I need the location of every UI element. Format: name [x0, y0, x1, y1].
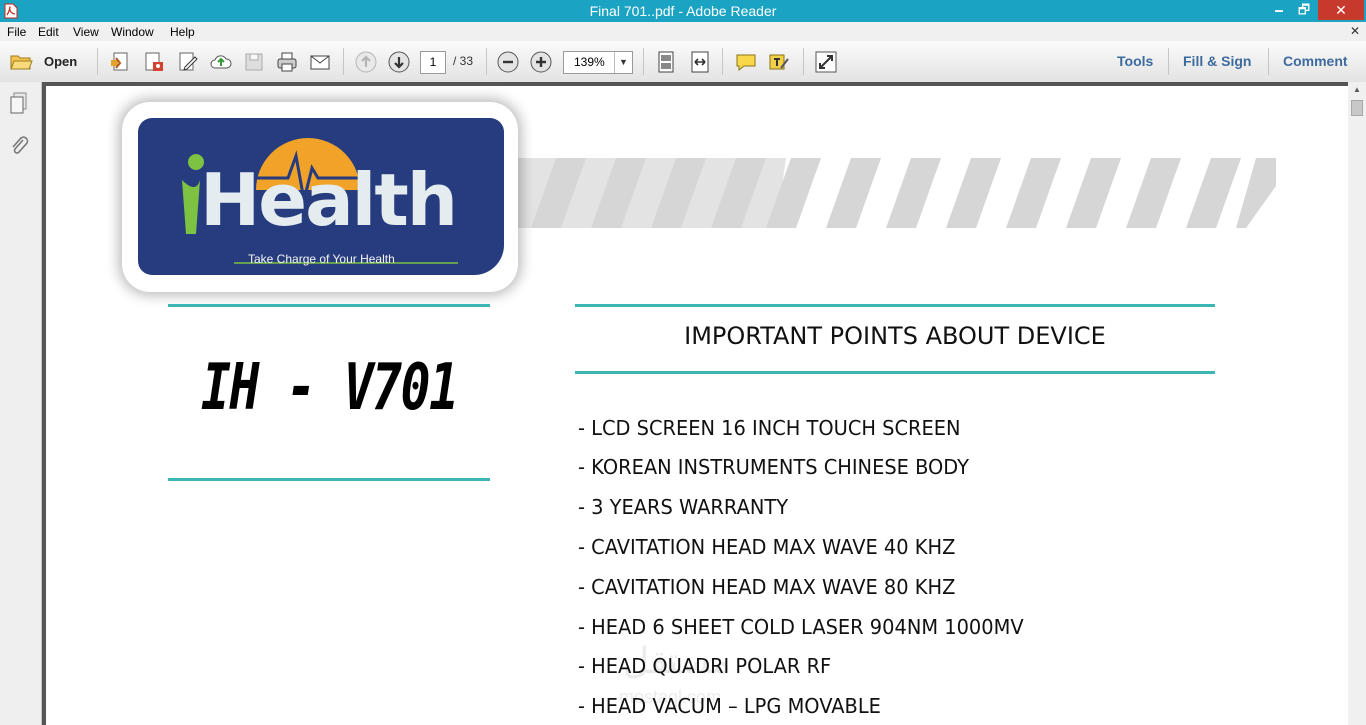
list-item: - 3 YEARS WARRANTY — [578, 495, 789, 519]
scroll-up-arrow-icon[interactable]: ▲ — [1348, 82, 1366, 98]
section-heading: IMPORTANT POINTS ABOUT DEVICE — [684, 322, 1106, 350]
zoom-value: 139% — [574, 55, 605, 69]
teal-divider — [168, 304, 490, 307]
logo-tagline: Take Charge of Your Health — [248, 252, 395, 266]
page-total: / 33 — [453, 54, 474, 68]
toolbar-separator — [343, 48, 344, 75]
menu-help[interactable]: Help — [170, 25, 195, 39]
comment-link[interactable]: Comment — [1283, 53, 1348, 69]
edit-pdf-icon[interactable] — [176, 50, 200, 74]
window-title: Final 701..pdf - Adobe Reader — [589, 3, 777, 19]
teal-divider — [575, 304, 1215, 307]
scrollbar-thumb[interactable] — [1351, 100, 1363, 116]
export-pdf-icon[interactable] — [142, 50, 166, 74]
toolbar-separator — [643, 48, 644, 75]
highlight-text-icon[interactable] — [767, 50, 791, 74]
menu-view[interactable]: View — [73, 25, 99, 39]
document-close-button[interactable]: ✕ — [1350, 24, 1360, 38]
watermark: مستقل mostaql.com — [601, 641, 811, 711]
menu-edit[interactable]: Edit — [38, 25, 59, 39]
save-icon[interactable] — [242, 50, 266, 74]
open-button[interactable]: Open — [44, 54, 77, 69]
toolbar: Open 1 / 33 139% ▼ Tools Fill & Sign Com… — [0, 41, 1366, 83]
list-item: - KOREAN INSTRUMENTS CHINESE BODY — [578, 455, 970, 479]
teal-divider — [575, 371, 1215, 374]
full-screen-icon[interactable] — [814, 50, 838, 74]
zoom-out-icon[interactable] — [496, 50, 520, 74]
minimize-button[interactable]: 🗕 — [1268, 0, 1290, 20]
model-number: IH - V701 — [201, 351, 459, 425]
attachments-icon[interactable] — [8, 134, 30, 158]
title-bar: Final 701..pdf - Adobe Reader 🗕 🗗 ✕ — [0, 0, 1366, 22]
list-item: - LCD SCREEN 16 INCH TOUCH SCREEN — [578, 416, 961, 440]
list-item: - HEAD 6 SHEET COLD LASER 904NM 1000MV — [578, 615, 1024, 639]
pdf-page: Health Take Charge of Your Health IH - V… — [46, 86, 1348, 725]
toolbar-separator — [1168, 48, 1169, 75]
toolbar-separator — [803, 48, 804, 75]
fit-page-icon[interactable] — [654, 50, 678, 74]
fill-and-sign-link[interactable]: Fill & Sign — [1183, 53, 1251, 69]
zoom-in-icon[interactable] — [529, 50, 553, 74]
toolbar-separator — [1268, 48, 1269, 75]
maximize-button[interactable]: 🗗 — [1293, 0, 1315, 20]
print-icon[interactable] — [275, 50, 299, 74]
toolbar-separator — [722, 48, 723, 75]
sticky-note-icon[interactable] — [734, 50, 758, 74]
toolbar-separator — [486, 48, 487, 75]
create-pdf-icon[interactable] — [108, 50, 132, 74]
menu-bar: File Edit View Window Help ✕ — [0, 22, 1366, 41]
previous-page-icon[interactable] — [354, 50, 378, 74]
chevron-down-icon[interactable]: ▼ — [614, 52, 632, 73]
tools-link[interactable]: Tools — [1117, 53, 1153, 69]
menu-file[interactable]: File — [7, 25, 26, 39]
watermark-domain: mostaql.com — [619, 687, 722, 707]
zoom-select[interactable]: 139% ▼ — [563, 51, 633, 74]
decorative-stripes — [516, 158, 1276, 228]
close-button[interactable]: ✕ — [1318, 0, 1364, 20]
page-thumbnails-icon[interactable] — [8, 91, 30, 115]
upload-cloud-icon[interactable] — [209, 50, 233, 74]
email-icon[interactable] — [308, 50, 332, 74]
logo-wordmark: Health — [200, 158, 458, 242]
open-folder-icon[interactable] — [9, 50, 33, 74]
next-page-icon[interactable] — [387, 50, 411, 74]
menu-window[interactable]: Window — [111, 25, 154, 39]
vertical-scrollbar[interactable]: ▲ — [1348, 82, 1366, 725]
ihealth-logo: Health Take Charge of Your Health — [138, 118, 504, 275]
page-number-input[interactable]: 1 — [420, 51, 446, 74]
toolbar-separator — [97, 48, 98, 75]
fit-width-icon[interactable] — [688, 50, 712, 74]
teal-divider — [168, 478, 490, 481]
navigation-panel — [0, 82, 42, 725]
list-item: - CAVITATION HEAD MAX WAVE 80 KHZ — [578, 575, 956, 599]
watermark-brand: مستقل — [623, 641, 731, 682]
list-item: - CAVITATION HEAD MAX WAVE 40 KHZ — [578, 535, 956, 559]
